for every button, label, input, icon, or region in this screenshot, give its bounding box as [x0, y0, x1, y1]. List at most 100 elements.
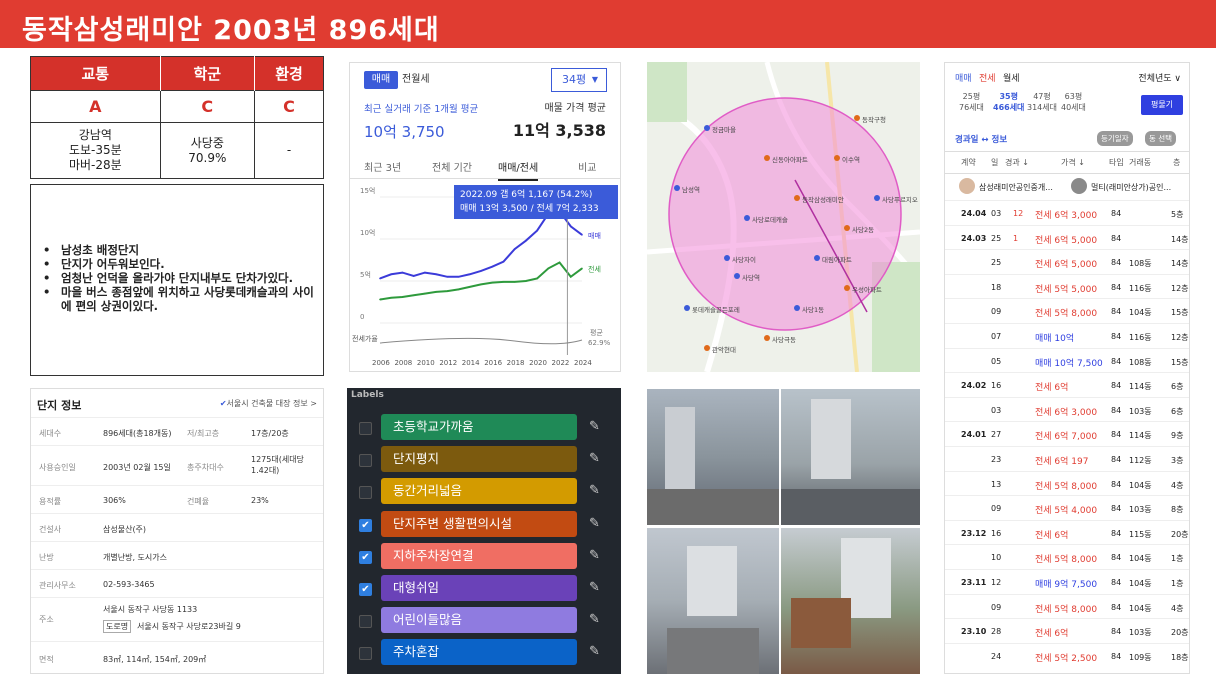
pencil-icon[interactable]: ✎: [589, 612, 600, 627]
transaction-row[interactable]: 23.10 28 전세 6억 84 103동 20층: [945, 618, 1189, 643]
transaction-row[interactable]: 25 전세 6억 5,000 84 108동 14층: [945, 249, 1189, 274]
label-checkbox[interactable]: ✔: [359, 550, 372, 564]
pencil-icon[interactable]: ✎: [589, 419, 600, 434]
map-poi-icon: [764, 155, 770, 161]
pencil-icon[interactable]: ✎: [589, 580, 600, 595]
pencil-icon[interactable]: ✎: [589, 644, 600, 659]
transaction-row[interactable]: 24.02 16 전세 6억 84 114동 6층: [945, 372, 1189, 397]
transaction-row[interactable]: 09 전세 5억 4,000 84 103동 8층: [945, 495, 1189, 520]
tab-sale-rent[interactable]: 매매/전세: [498, 159, 539, 181]
label-chip[interactable]: 초등학교가까움: [381, 414, 577, 440]
size-option[interactable]: 25평 76세대: [959, 91, 984, 113]
data-point: [468, 286, 471, 288]
chart-tooltip: 2022.09 갭 6억 1,167 (54.2%) 매매 13억 3,500 /…: [454, 185, 618, 219]
map-label: 사당역: [742, 273, 760, 282]
gap-rate-label: 전세가율: [352, 334, 378, 343]
transaction-row[interactable]: 23.12 16 전세 6억 84 115동 20층: [945, 519, 1189, 545]
label-chip[interactable]: 단지주변 생활편의시설: [381, 510, 577, 537]
tab-rent[interactable]: 전월세: [402, 71, 430, 89]
transaction-row[interactable]: 10 전세 5억 8,000 84 104동 1층: [945, 544, 1189, 569]
pencil-icon[interactable]: ✎: [589, 483, 600, 498]
transaction-row[interactable]: 18 전세 5억 5,000 84 116동 12층: [945, 273, 1189, 299]
tab-all[interactable]: 전체 기간: [432, 159, 472, 174]
size-button[interactable]: 평물기: [1141, 95, 1183, 115]
label-checkbox[interactable]: [359, 615, 372, 629]
label-row: ✔ 단지주변 생활편의시설 ✎: [347, 509, 621, 541]
transaction-row[interactable]: 24.03 25 1 전세 6억 5,000 84 14층: [945, 224, 1189, 250]
map-label: 이수역: [842, 155, 860, 164]
label-checkbox[interactable]: [359, 647, 372, 661]
pencil-icon[interactable]: ✎: [589, 451, 600, 466]
label-checkbox[interactable]: [359, 422, 372, 435]
data-point: [401, 271, 404, 274]
y-tick-label: 10억: [360, 229, 375, 237]
transaction-row[interactable]: 07 매매 10억 84 116동 12층: [945, 323, 1189, 348]
year-select[interactable]: 전체년도 ∨: [1138, 71, 1181, 84]
data-point: [525, 239, 527, 242]
data-point: [536, 277, 538, 280]
map-poi-icon: [674, 185, 680, 191]
map-poi-icon: [854, 115, 860, 121]
agent-name[interactable]: 멀티(래미안상가)공인...: [1091, 182, 1171, 193]
size-option[interactable]: 63평 40세대: [1061, 91, 1086, 113]
size-option[interactable]: 47평 314세대: [1027, 91, 1057, 113]
label-chip[interactable]: 어린이들많음: [381, 607, 577, 634]
tab-compare[interactable]: 비교: [578, 159, 596, 174]
label-chip[interactable]: 대형쉬임: [381, 575, 577, 601]
legend-sale: 매매: [588, 232, 601, 240]
score-head-traffic: 교통: [30, 56, 161, 91]
x-tick-label: 2020: [529, 359, 547, 367]
y-tick-label: 0: [360, 313, 364, 321]
transaction-row[interactable]: 09 전세 5억 8,000 84 104동 4층: [945, 593, 1189, 619]
size-option[interactable]: 35평 466세대: [993, 91, 1024, 113]
avatar: [1071, 178, 1087, 194]
label-chip[interactable]: 주차혼잡: [381, 639, 577, 666]
info-row: 용적률 306% 건폐율 23%: [31, 485, 323, 513]
info-title: 단지 정보: [37, 399, 82, 412]
info-row: 세대수 896세대(총18개동) 저/최고층 17층/20층: [31, 417, 323, 445]
agent-name[interactable]: 삼성래미안공인중개...: [979, 182, 1053, 193]
filter-date-button[interactable]: 등기일자: [1097, 131, 1133, 146]
map-poi-icon: [724, 255, 730, 261]
label-checkbox[interactable]: [359, 454, 372, 468]
tab-sale[interactable]: 매매: [364, 71, 398, 89]
data-point: [558, 261, 561, 264]
label-checkbox[interactable]: ✔: [359, 518, 372, 532]
transaction-row[interactable]: 24 전세 5억 2,500 84 109동 18층: [945, 642, 1189, 668]
data-point: [412, 294, 415, 297]
caret-down-icon: ▼: [591, 75, 598, 84]
transaction-row[interactable]: 05 매매 10억 7,500 84 108동 15층: [945, 347, 1189, 373]
tx-tab-sale[interactable]: 매매: [955, 71, 972, 84]
label-checkbox[interactable]: ✔: [359, 583, 372, 596]
filter-dong-button[interactable]: 동 선택: [1145, 131, 1177, 146]
tx-tab-month[interactable]: 월세: [1003, 71, 1020, 84]
pencil-icon[interactable]: ✎: [589, 516, 600, 531]
label-chip[interactable]: 단지평지: [381, 446, 577, 473]
data-point: [569, 225, 572, 228]
transaction-row[interactable]: 24.01 27 전세 6억 7,000 84 114동 9층: [945, 421, 1189, 446]
tx-tab-rent[interactable]: 전세: [979, 71, 996, 84]
pencil-icon[interactable]: ✎: [589, 548, 600, 563]
transaction-row[interactable]: 23 전세 6억 197 84 112동 3층: [945, 446, 1189, 471]
label-checkbox[interactable]: [359, 486, 372, 500]
label-row: ✔ 지하주차장연결 ✎: [347, 541, 621, 573]
data-point: [457, 276, 460, 278]
label-chip[interactable]: 동간거리넓음: [381, 478, 577, 505]
map-panel[interactable]: 사당역 이수역 사당1동 사당2동 남성역 동작구청 정금마을 신동아아파트 사당로데캐슬 우성아…: [647, 62, 920, 372]
transaction-row[interactable]: 24.04 03 12 전세 6억 3,000 84 5층: [945, 200, 1189, 225]
photo-stairs: [781, 528, 920, 674]
map-label: 롯데캐슬골든포레: [692, 305, 740, 314]
building-register-link[interactable]: ✔서울시 건축물 대장 정보 >: [220, 398, 317, 409]
data-point: [468, 273, 471, 276]
tab-3y[interactable]: 최근 3년: [364, 159, 401, 174]
transaction-row[interactable]: 03 전세 6억 3,000 84 103동 6층: [945, 396, 1189, 422]
transaction-row[interactable]: 09 전세 5억 8,000 84 104동 15층: [945, 298, 1189, 323]
link-icon: ✔: [219, 399, 227, 408]
x-tick-label: 2012: [439, 359, 457, 367]
photo-entrance: [647, 389, 779, 525]
size-select[interactable]: 34평 ▼: [551, 68, 607, 92]
transaction-row[interactable]: 13 전세 5억 8,000 84 104동 4층: [945, 470, 1189, 496]
map-canvas: 사당역 이수역사당1동 사당2동 남성역 동작구청정금마을신동아아파트사당로데캐슬우성아…: [647, 62, 920, 372]
label-chip[interactable]: 지하주차장연결: [381, 542, 577, 569]
transaction-row[interactable]: 23.11 12 매매 9억 7,500 84 104동 1층: [945, 569, 1189, 594]
